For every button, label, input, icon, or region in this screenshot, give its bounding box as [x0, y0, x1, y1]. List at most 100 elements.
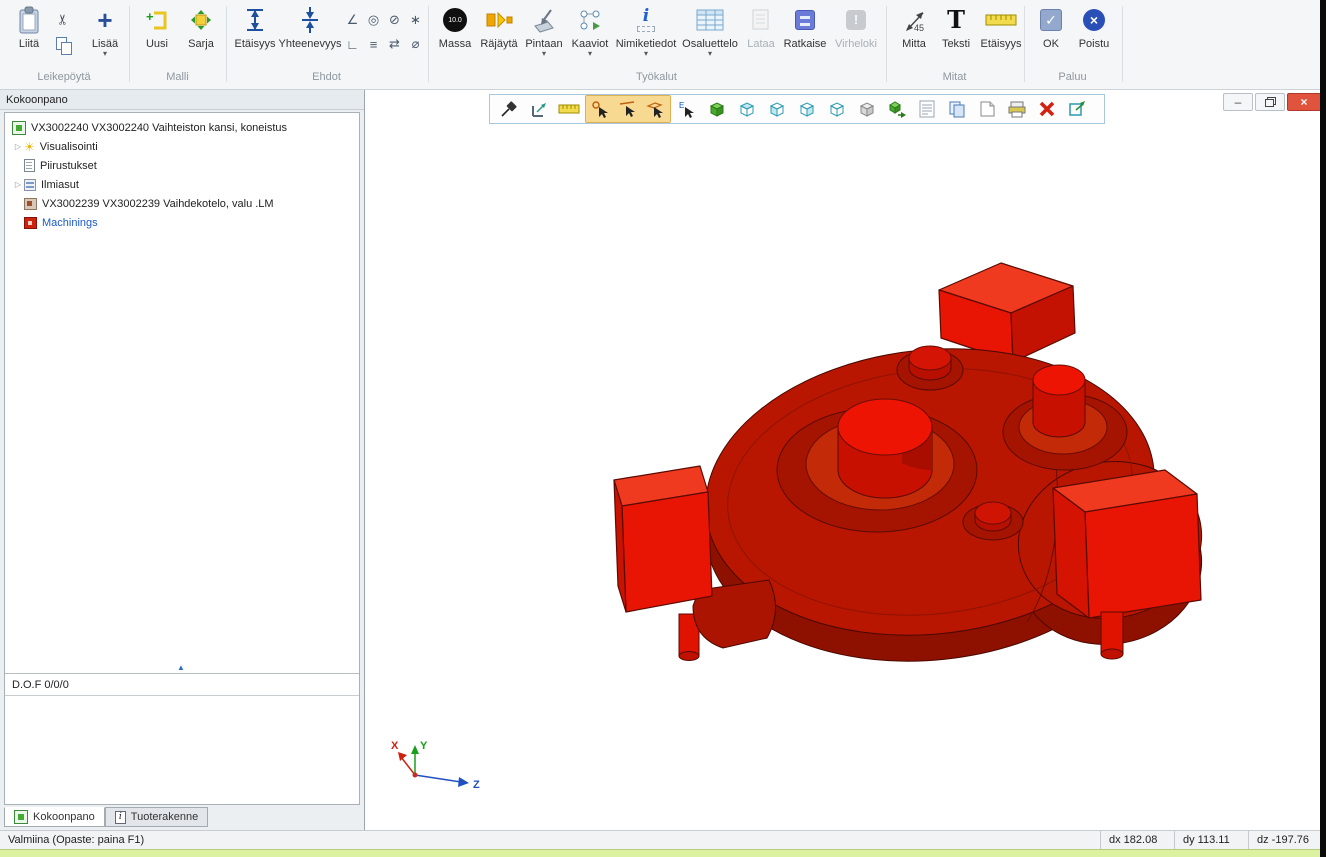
tree-item-label: Ilmiasut: [41, 179, 79, 191]
coincidence-button[interactable]: Yhteenevyys: [281, 4, 339, 70]
group-label-model: Malli: [130, 71, 225, 83]
selection-mode-group: [585, 95, 671, 123]
cut-button[interactable]: ✂: [52, 8, 74, 30]
part-icon: [24, 198, 37, 210]
item-info-button[interactable]: i Nimiketiedot ▾: [614, 4, 678, 70]
print-icon[interactable]: [1003, 96, 1031, 122]
delete-icon[interactable]: [1033, 96, 1061, 122]
group-label-return: Paluu: [1024, 71, 1121, 83]
measure-button[interactable]: 45 Mitta: [894, 4, 934, 70]
select-point-icon[interactable]: [586, 96, 614, 122]
mass-button[interactable]: 10.0 Massa: [434, 4, 476, 70]
panel-title: Kokoonpano: [0, 90, 364, 110]
tree-item-label: Piirustukset: [40, 160, 97, 172]
explode-button[interactable]: Räjäytä: [478, 4, 520, 70]
tab-kokoonpano[interactable]: Kokoonpano: [4, 807, 105, 827]
dof-status: D.O.F 0/0/0: [5, 675, 359, 696]
scissors-icon: ✂: [54, 13, 71, 25]
minimize-button[interactable]: –: [1223, 93, 1253, 111]
tree-item-part[interactable]: VX3002239 VX3002239 Vaihdekotelo, valu .…: [7, 194, 357, 213]
load-button: Lataa: [742, 4, 780, 70]
svg-text:E: E: [679, 101, 684, 110]
add-button[interactable]: + Lisää ▾: [84, 4, 126, 70]
diagrams-button[interactable]: Kaaviot ▾: [568, 4, 612, 70]
view-iso-icon[interactable]: [853, 96, 881, 122]
gearbox-cover-model[interactable]: [365, 90, 1321, 830]
close-button[interactable]: ×: [1287, 93, 1321, 111]
page-flip-icon[interactable]: [973, 96, 1001, 122]
drawing-icon: [24, 159, 35, 172]
machining-block-left[interactable]: [614, 466, 712, 612]
expander-icon[interactable]: ▷: [12, 142, 24, 151]
symmetric-constraint-icon[interactable]: ⇄: [384, 32, 405, 56]
concentric-constraint-icon[interactable]: ◎: [363, 8, 384, 32]
ok-button[interactable]: ✓ OK: [1032, 4, 1070, 70]
angle-constraint-icon[interactable]: ∠: [342, 8, 363, 32]
view-box-icon[interactable]: [823, 96, 851, 122]
text-label: Teksti: [942, 38, 970, 50]
tree-item-root[interactable]: VX3002240 VX3002240 Vaihteiston kansi, k…: [7, 118, 357, 137]
restore-button[interactable]: [1255, 93, 1285, 111]
status-dy: dy 113.11: [1174, 831, 1248, 849]
to-surface-button[interactable]: Pintaan ▾: [522, 4, 566, 70]
view-face-right-icon[interactable]: [793, 96, 821, 122]
parts-list-button[interactable]: Osaluettelo ▾: [680, 4, 740, 70]
application-window: Liitä ✂ + Lisää ▾ Leikepöytä + Uusi Sarj…: [0, 0, 1326, 857]
copy-button[interactable]: [52, 34, 74, 56]
new-button[interactable]: + Uusi: [136, 4, 178, 70]
3d-viewport[interactable]: E – × X Y Z: [364, 90, 1320, 830]
text-icon: T: [947, 8, 965, 32]
restore-icon: [1265, 97, 1276, 107]
svg-text:45: 45: [914, 23, 924, 33]
export-view-icon[interactable]: [1063, 96, 1091, 122]
tree-item-piirustukset[interactable]: Piirustukset: [7, 156, 357, 175]
pin-icon[interactable]: [495, 96, 523, 122]
bottom-strip: [0, 849, 1320, 857]
assembly-tree: VX3002240 VX3002240 Vaihteiston kansi, k…: [4, 112, 360, 805]
exit-button[interactable]: × Poistu: [1072, 4, 1116, 70]
cover-legs[interactable]: [1101, 612, 1123, 659]
insert-part-icon[interactable]: [883, 96, 911, 122]
select-edge-icon[interactable]: [614, 96, 642, 122]
distance-constraint-button[interactable]: Etäisyys: [231, 4, 279, 70]
chevron-down-icon: ▾: [644, 50, 648, 57]
tree-item-ilmiasut[interactable]: ▷ Ilmiasut: [7, 175, 357, 194]
series-label: Sarja: [188, 38, 214, 50]
show-part-icon[interactable]: [703, 96, 731, 122]
select-window-icon[interactable]: [525, 96, 553, 122]
tangent-constraint-icon[interactable]: ⊘: [384, 8, 405, 32]
assembly-icon: [12, 121, 26, 135]
machining-block-right[interactable]: [1053, 470, 1201, 618]
distance-dim-button[interactable]: Etäisyys: [978, 4, 1024, 70]
view-face-top-icon[interactable]: [733, 96, 761, 122]
paste-button[interactable]: Liitä: [6, 4, 52, 70]
tree-item-visualisointi[interactable]: ▷ ☀ Visualisointi: [7, 137, 357, 156]
splitter-handle[interactable]: ▲: [177, 664, 185, 672]
chevron-down-icon: ▾: [542, 50, 546, 57]
close-icon: ×: [1300, 95, 1307, 109]
copy-sheets-icon[interactable]: [943, 96, 971, 122]
screen-edge: [1320, 0, 1326, 857]
expander-icon[interactable]: ▷: [12, 180, 24, 189]
select-element-icon[interactable]: E: [673, 96, 701, 122]
solve-button[interactable]: Ratkaise: [782, 4, 828, 70]
view-face-left-icon[interactable]: [763, 96, 791, 122]
select-face-icon[interactable]: [642, 96, 670, 122]
group-label-constraints: Ehdot: [226, 71, 427, 83]
pattern-constraint-icon[interactable]: ∗: [405, 8, 426, 32]
tab-tuoterakenne[interactable]: i Tuoterakenne: [105, 807, 208, 827]
mass-icon: 10.0: [443, 8, 467, 32]
tree-item-machinings[interactable]: Machinings: [7, 213, 357, 232]
machining-block-top[interactable]: [939, 263, 1075, 362]
part-list-icon[interactable]: [913, 96, 941, 122]
text-button[interactable]: T Teksti: [936, 4, 976, 70]
series-button[interactable]: Sarja: [180, 4, 222, 70]
diameter-constraint-icon[interactable]: ⌀: [405, 32, 426, 56]
perpendicular-constraint-icon[interactable]: ∟: [342, 32, 363, 56]
parallel-constraint-icon[interactable]: ≡: [363, 32, 384, 56]
tab-label: Kokoonpano: [33, 811, 95, 823]
coincidence-icon: [299, 4, 321, 36]
measure-ruler-icon[interactable]: [555, 96, 583, 122]
distance-constraint-icon: [244, 4, 266, 36]
paste-label: Liitä: [19, 38, 39, 50]
